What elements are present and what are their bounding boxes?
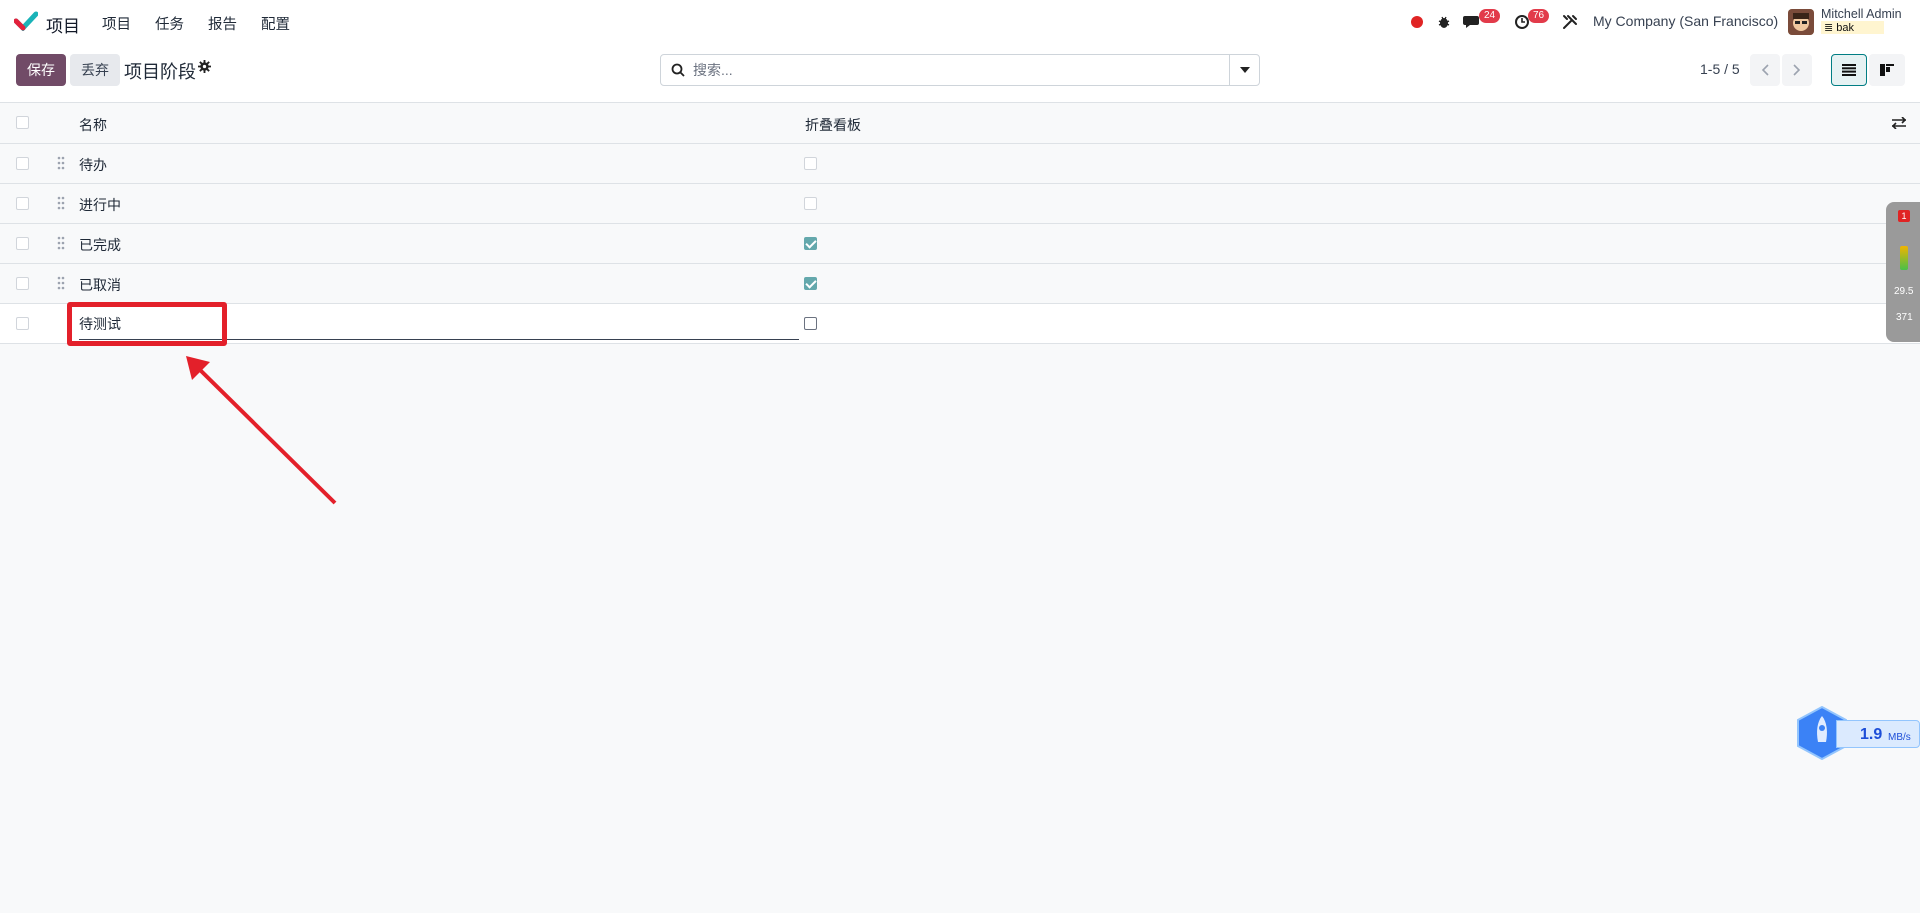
fold-checkbox[interactable]	[804, 237, 817, 250]
stage-name[interactable]: 待办	[79, 155, 107, 175]
kanban-view-button[interactable]	[1869, 54, 1905, 86]
system-monitor-widget[interactable]: 1 29.5 371	[1886, 202, 1920, 342]
table-header: 名称 折叠看板	[0, 103, 1920, 144]
user-avatar[interactable]	[1788, 9, 1814, 35]
row-select-checkbox[interactable]	[16, 197, 29, 210]
row-select-checkbox[interactable]	[16, 237, 29, 250]
row-select-checkbox[interactable]	[16, 317, 29, 330]
annotation-highlight-box	[67, 302, 227, 346]
pager-previous-button[interactable]	[1750, 54, 1780, 86]
project-app-logo-icon[interactable]	[14, 11, 38, 31]
activities-badge: 76	[1528, 9, 1550, 23]
drag-handle-icon[interactable]	[57, 156, 65, 170]
drag-handle-icon[interactable]	[57, 276, 65, 290]
menu-item-tasks[interactable]: 任务	[155, 13, 184, 34]
optional-columns-toggle-icon[interactable]	[1891, 116, 1907, 132]
menu-item-reports[interactable]: 报告	[208, 13, 237, 34]
fold-checkbox[interactable]	[804, 277, 817, 290]
stage-name[interactable]: 进行中	[79, 195, 121, 215]
user-name[interactable]: Mitchell Admin	[1821, 7, 1902, 21]
drag-handle-icon[interactable]	[57, 236, 65, 250]
column-header-name[interactable]: 名称	[79, 115, 107, 135]
pager-value[interactable]: 1-5 / 5	[1700, 61, 1740, 77]
table-row[interactable]: 进行中	[0, 184, 1920, 224]
search-options-toggle[interactable]	[1229, 55, 1259, 85]
database-name: ≣ bak	[1821, 21, 1885, 34]
debug-bug-icon[interactable]	[1437, 0, 1451, 44]
network-speed-widget[interactable]: 1.9 MB/s	[1796, 706, 1920, 760]
recording-indicator-icon[interactable]	[1411, 0, 1423, 44]
list-view-icon	[1842, 64, 1856, 76]
list-view-button[interactable]	[1831, 54, 1867, 86]
monitor-upload-value: 29.5	[1894, 286, 1914, 297]
database-label: bak	[1836, 22, 1855, 34]
monitor-alert-badge: 1	[1898, 210, 1910, 222]
monitor-download-value: 371	[1896, 312, 1913, 323]
table-row[interactable]: 待办	[0, 144, 1920, 184]
stages-table: 名称 折叠看板 待办 进行中 已完成 已取消	[0, 103, 1920, 344]
chevron-left-icon	[1761, 64, 1769, 76]
select-all-checkbox[interactable]	[16, 116, 29, 129]
gear-icon[interactable]	[198, 60, 211, 76]
annotation-arrow-icon	[186, 356, 337, 505]
app-name[interactable]: 项目	[46, 12, 80, 37]
kanban-view-icon	[1880, 64, 1894, 76]
menu-item-projects[interactable]: 项目	[102, 13, 131, 34]
chevron-right-icon	[1793, 64, 1801, 76]
table-row[interactable]: 已完成	[0, 224, 1920, 264]
table-row[interactable]: 已取消	[0, 264, 1920, 304]
row-select-checkbox[interactable]	[16, 157, 29, 170]
stage-name[interactable]: 已取消	[79, 275, 121, 295]
fold-checkbox[interactable]	[804, 317, 817, 330]
stage-name[interactable]: 已完成	[79, 235, 121, 255]
column-header-fold[interactable]: 折叠看板	[805, 115, 861, 135]
drag-handle-icon[interactable]	[57, 196, 65, 210]
menu-item-config[interactable]: 配置	[261, 13, 290, 34]
search-input[interactable]	[693, 55, 1213, 85]
activities-clock-icon[interactable]	[1514, 0, 1530, 44]
discard-button[interactable]: 丢弃	[70, 54, 120, 86]
messages-chat-icon[interactable]	[1463, 0, 1483, 44]
speed-value: 1.9	[1860, 726, 1883, 743]
row-select-checkbox[interactable]	[16, 277, 29, 290]
table-row-editing[interactable]	[0, 304, 1920, 344]
caret-down-icon	[1239, 67, 1250, 73]
speed-unit: MB/s	[1888, 732, 1911, 743]
save-button[interactable]: 保存	[16, 54, 66, 86]
pager-next-button[interactable]	[1782, 54, 1812, 86]
page-title: 项目阶段	[124, 62, 196, 82]
fold-checkbox[interactable]	[804, 157, 817, 170]
search-box	[660, 54, 1260, 86]
messages-badge: 24	[1479, 9, 1501, 23]
search-icon	[671, 63, 685, 77]
monitor-level-bar	[1900, 246, 1908, 270]
control-panel: 保存 丢弃 项目阶段 1-5 / 5	[0, 44, 1920, 103]
fold-checkbox[interactable]	[804, 197, 817, 210]
main-menu: 项目 任务 报告 配置	[102, 13, 314, 34]
top-navbar: 项目 项目 任务 报告 配置 24 76 My Company (San Fra…	[0, 0, 1920, 44]
tools-icon[interactable]	[1562, 0, 1578, 44]
company-switcher[interactable]: My Company (San Francisco)	[1593, 13, 1778, 29]
